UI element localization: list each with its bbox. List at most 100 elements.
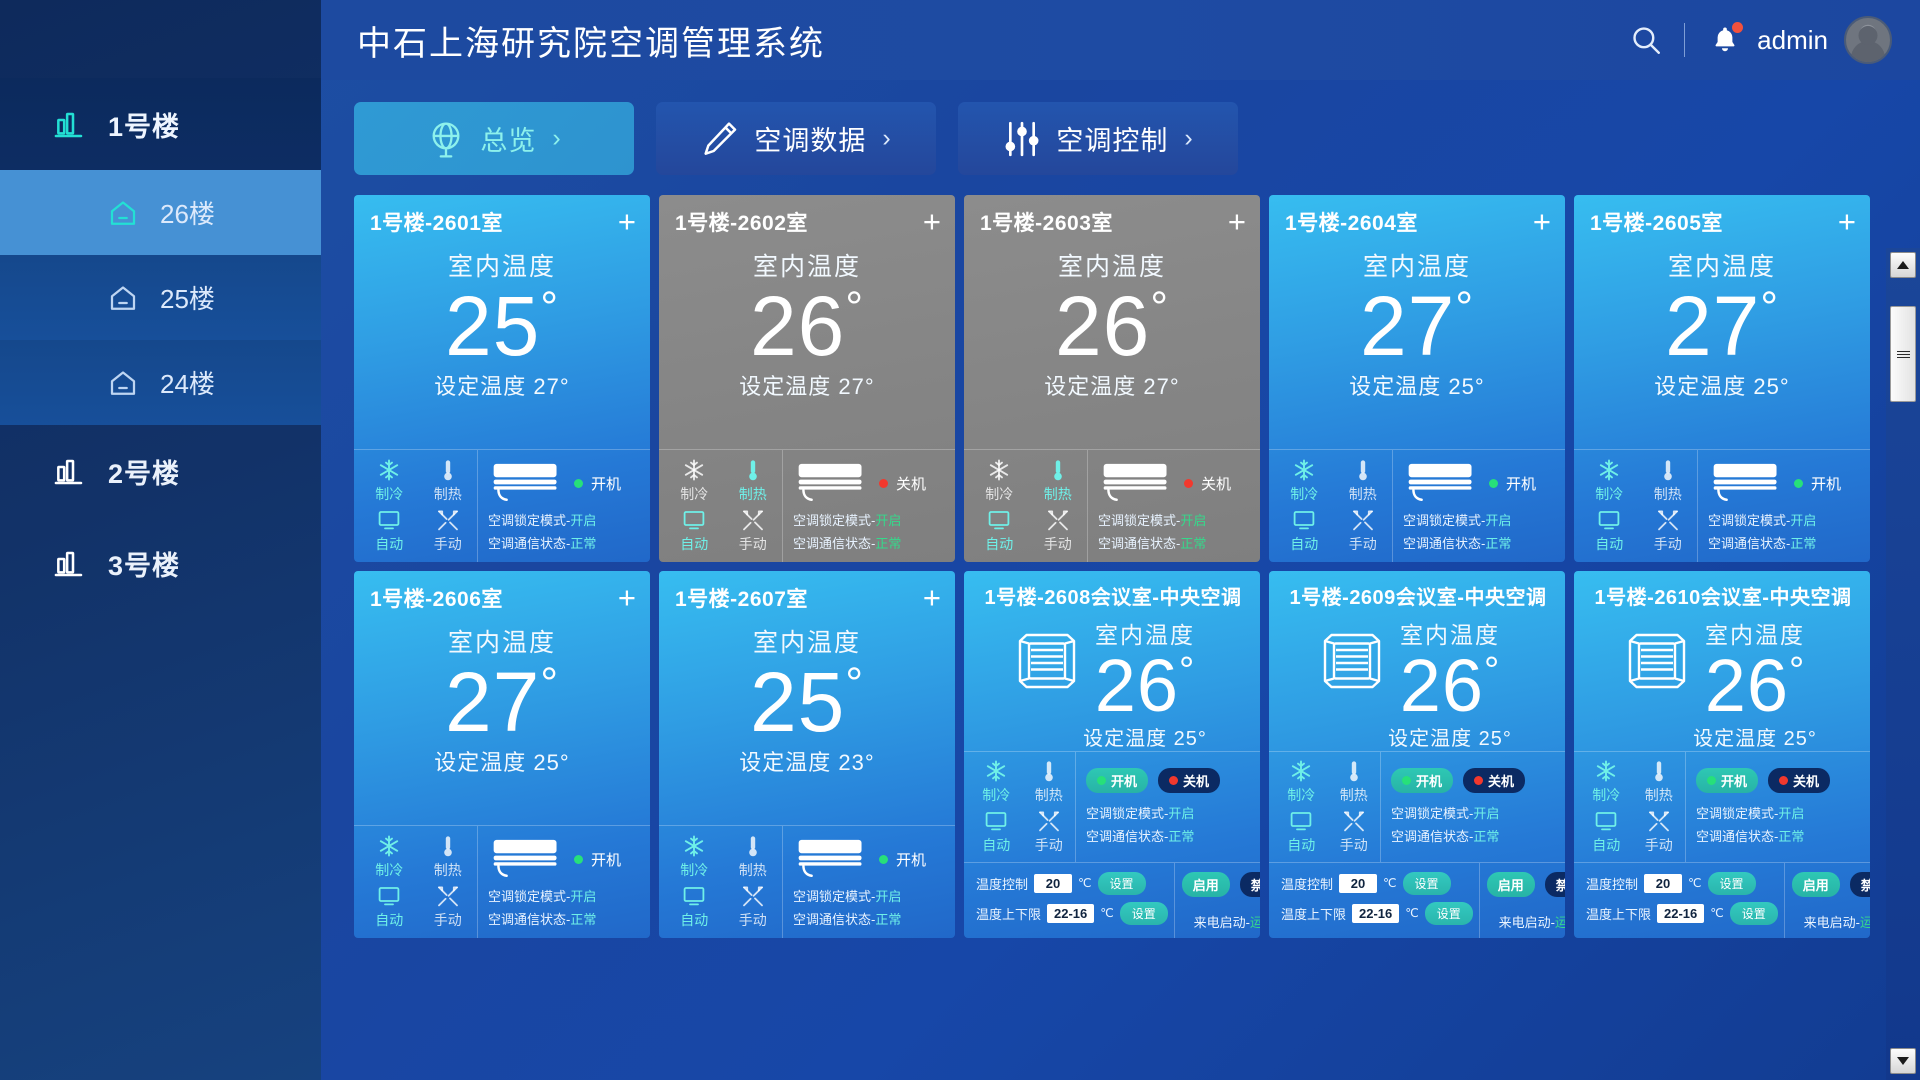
mode-cool[interactable]: 制冷 <box>1580 759 1633 805</box>
sidebar-item-floor-26楼[interactable]: 26楼 <box>0 170 321 255</box>
mode-cool[interactable]: 制冷 <box>1275 458 1334 504</box>
mode-heat[interactable]: 制热 <box>724 458 783 504</box>
scroll-up-button[interactable] <box>1890 252 1916 278</box>
device-card[interactable]: 1号楼-2604室 + 室内温度 27° 设定温度 25° 制冷 制热 自动 手… <box>1269 195 1565 562</box>
mode-manual[interactable]: 手动 <box>1639 508 1698 554</box>
set-temp-button[interactable]: 设置 <box>1707 871 1756 895</box>
mode-auto[interactable]: 自动 <box>360 508 419 554</box>
add-icon[interactable]: + <box>1838 206 1856 237</box>
enable-button[interactable]: 启用 <box>1791 871 1840 897</box>
mode-heat[interactable]: 制热 <box>1639 458 1698 504</box>
tab-空调控制[interactable]: 空调控制 › <box>958 102 1238 175</box>
mode-cool[interactable]: 制冷 <box>665 458 724 504</box>
add-icon[interactable]: + <box>923 582 941 613</box>
enable-button[interactable]: 启用 <box>1181 871 1230 897</box>
device-card-central[interactable]: 1号楼-2609会议室-中央空调 室内温度 26° 设定温度 25° 制冷 制热… <box>1269 571 1565 938</box>
mode-auto[interactable]: 自动 <box>1580 508 1639 554</box>
add-icon[interactable]: + <box>923 206 941 237</box>
mode-auto[interactable]: 自动 <box>1275 508 1334 554</box>
sidebar-item-floor-25楼[interactable]: 25楼 <box>0 255 321 340</box>
temp-limit-input[interactable]: 22-16 <box>1047 903 1095 923</box>
mode-manual[interactable]: 手动 <box>1334 508 1393 554</box>
mode-auto[interactable]: 自动 <box>665 508 724 554</box>
mode-auto[interactable]: 自动 <box>1580 809 1633 855</box>
scroll-down-button[interactable] <box>1890 1048 1916 1074</box>
mode-manual[interactable]: 手动 <box>1029 508 1088 554</box>
mode-auto[interactable]: 自动 <box>970 508 1029 554</box>
mode-cool[interactable]: 制冷 <box>970 458 1029 504</box>
mode-cool[interactable]: 制冷 <box>1580 458 1639 504</box>
sidebar-building-0[interactable]: 1号楼 <box>0 78 321 170</box>
power-on-button[interactable]: 开机 <box>1696 768 1759 794</box>
mode-manual[interactable]: 手动 <box>419 508 478 554</box>
disable-button[interactable]: 禁用 <box>1849 871 1870 897</box>
mode-auto[interactable]: 自动 <box>360 884 419 930</box>
device-card[interactable]: 1号楼-2606室 + 室内温度 27° 设定温度 25° 制冷 制热 自动 手… <box>354 571 650 938</box>
mode-heat[interactable]: 制热 <box>419 458 478 504</box>
mode-cool[interactable]: 制冷 <box>665 834 724 880</box>
device-card[interactable]: 1号楼-2601室 + 室内温度 25° 设定温度 27° 制冷 制热 自动 手… <box>354 195 650 562</box>
temp-limit-input[interactable]: 22-16 <box>1657 903 1705 923</box>
device-card[interactable]: 1号楼-2602室 + 室内温度 26° 设定温度 27° 制冷 制热 自动 手… <box>659 195 955 562</box>
set-limit-button[interactable]: 设置 <box>1119 901 1168 925</box>
avatar[interactable] <box>1844 16 1892 64</box>
mode-manual[interactable]: 手动 <box>419 884 478 930</box>
sidebar-item-floor-24楼[interactable]: 24楼 <box>0 340 321 425</box>
disable-button[interactable]: 禁用 <box>1239 871 1260 897</box>
add-icon[interactable]: + <box>618 582 636 613</box>
enable-button[interactable]: 启用 <box>1486 871 1535 897</box>
mode-heat[interactable]: 制热 <box>419 834 478 880</box>
temp-control-input[interactable]: 20 <box>1034 873 1073 893</box>
disable-button[interactable]: 禁用 <box>1544 871 1565 897</box>
power-off-button[interactable]: 关机 <box>1463 768 1526 794</box>
temp-limit-input[interactable]: 22-16 <box>1352 903 1400 923</box>
mode-manual[interactable]: 手动 <box>724 884 783 930</box>
add-icon[interactable]: + <box>1228 206 1246 237</box>
power-on-button[interactable]: 开机 <box>1086 768 1149 794</box>
set-limit-button[interactable]: 设置 <box>1729 901 1778 925</box>
tab-空调数据[interactable]: 空调数据 › <box>656 102 936 175</box>
temp-control-input[interactable]: 20 <box>1644 873 1683 893</box>
mode-cool[interactable]: 制冷 <box>970 759 1023 805</box>
device-card[interactable]: 1号楼-2603室 + 室内温度 26° 设定温度 27° 制冷 制热 自动 手… <box>964 195 1260 562</box>
search-icon[interactable] <box>1618 12 1674 68</box>
mode-heat[interactable]: 制热 <box>724 834 783 880</box>
mode-auto[interactable]: 自动 <box>1275 809 1328 855</box>
bell-icon[interactable] <box>1703 18 1747 62</box>
mode-manual[interactable]: 手动 <box>1328 809 1381 855</box>
mode-auto[interactable]: 自动 <box>970 809 1023 855</box>
card-lower-panel: 制冷 制热 自动 手动 开机 关机 空调锁定模式-开启 空调通信状态-正常 <box>1574 751 1870 862</box>
power-off-button[interactable]: 关机 <box>1158 768 1221 794</box>
vertical-scrollbar[interactable] <box>1886 248 1920 1080</box>
power-off-button[interactable]: 关机 <box>1768 768 1831 794</box>
username-label[interactable]: admin <box>1757 25 1828 56</box>
device-card-central[interactable]: 1号楼-2610会议室-中央空调 室内温度 26° 设定温度 25° 制冷 制热… <box>1574 571 1870 938</box>
set-limit-button[interactable]: 设置 <box>1424 901 1473 925</box>
mode-cool[interactable]: 制冷 <box>360 458 419 504</box>
scrollbar-thumb[interactable] <box>1890 306 1916 402</box>
mode-heat[interactable]: 制热 <box>1328 759 1381 805</box>
mode-manual[interactable]: 手动 <box>1023 809 1076 855</box>
set-temp-button[interactable]: 设置 <box>1097 871 1146 895</box>
mode-heat[interactable]: 制热 <box>1334 458 1393 504</box>
tab-总览[interactable]: 总览 › <box>354 102 634 175</box>
sidebar-building-1[interactable]: 2号楼 <box>0 425 321 517</box>
mode-heat[interactable]: 制热 <box>1023 759 1076 805</box>
mode-auto[interactable]: 自动 <box>665 884 724 930</box>
mode-cool[interactable]: 制冷 <box>1275 759 1328 805</box>
device-card[interactable]: 1号楼-2605室 + 室内温度 27° 设定温度 25° 制冷 制热 自动 手… <box>1574 195 1870 562</box>
indoor-temp-value: 26° <box>1704 644 1806 727</box>
device-card-central[interactable]: 1号楼-2608会议室-中央空调 室内温度 26° 设定温度 25° 制冷 制热… <box>964 571 1260 938</box>
mode-manual[interactable]: 手动 <box>1633 809 1686 855</box>
set-temp-button[interactable]: 设置 <box>1402 871 1451 895</box>
temp-control-input[interactable]: 20 <box>1339 873 1378 893</box>
mode-heat[interactable]: 制热 <box>1633 759 1686 805</box>
mode-cool[interactable]: 制冷 <box>360 834 419 880</box>
add-icon[interactable]: + <box>618 206 636 237</box>
add-icon[interactable]: + <box>1533 206 1551 237</box>
sidebar-building-2[interactable]: 3号楼 <box>0 517 321 609</box>
mode-manual[interactable]: 手动 <box>724 508 783 554</box>
device-card[interactable]: 1号楼-2607室 + 室内温度 25° 设定温度 23° 制冷 制热 自动 手… <box>659 571 955 938</box>
power-on-button[interactable]: 开机 <box>1391 768 1454 794</box>
mode-heat[interactable]: 制热 <box>1029 458 1088 504</box>
